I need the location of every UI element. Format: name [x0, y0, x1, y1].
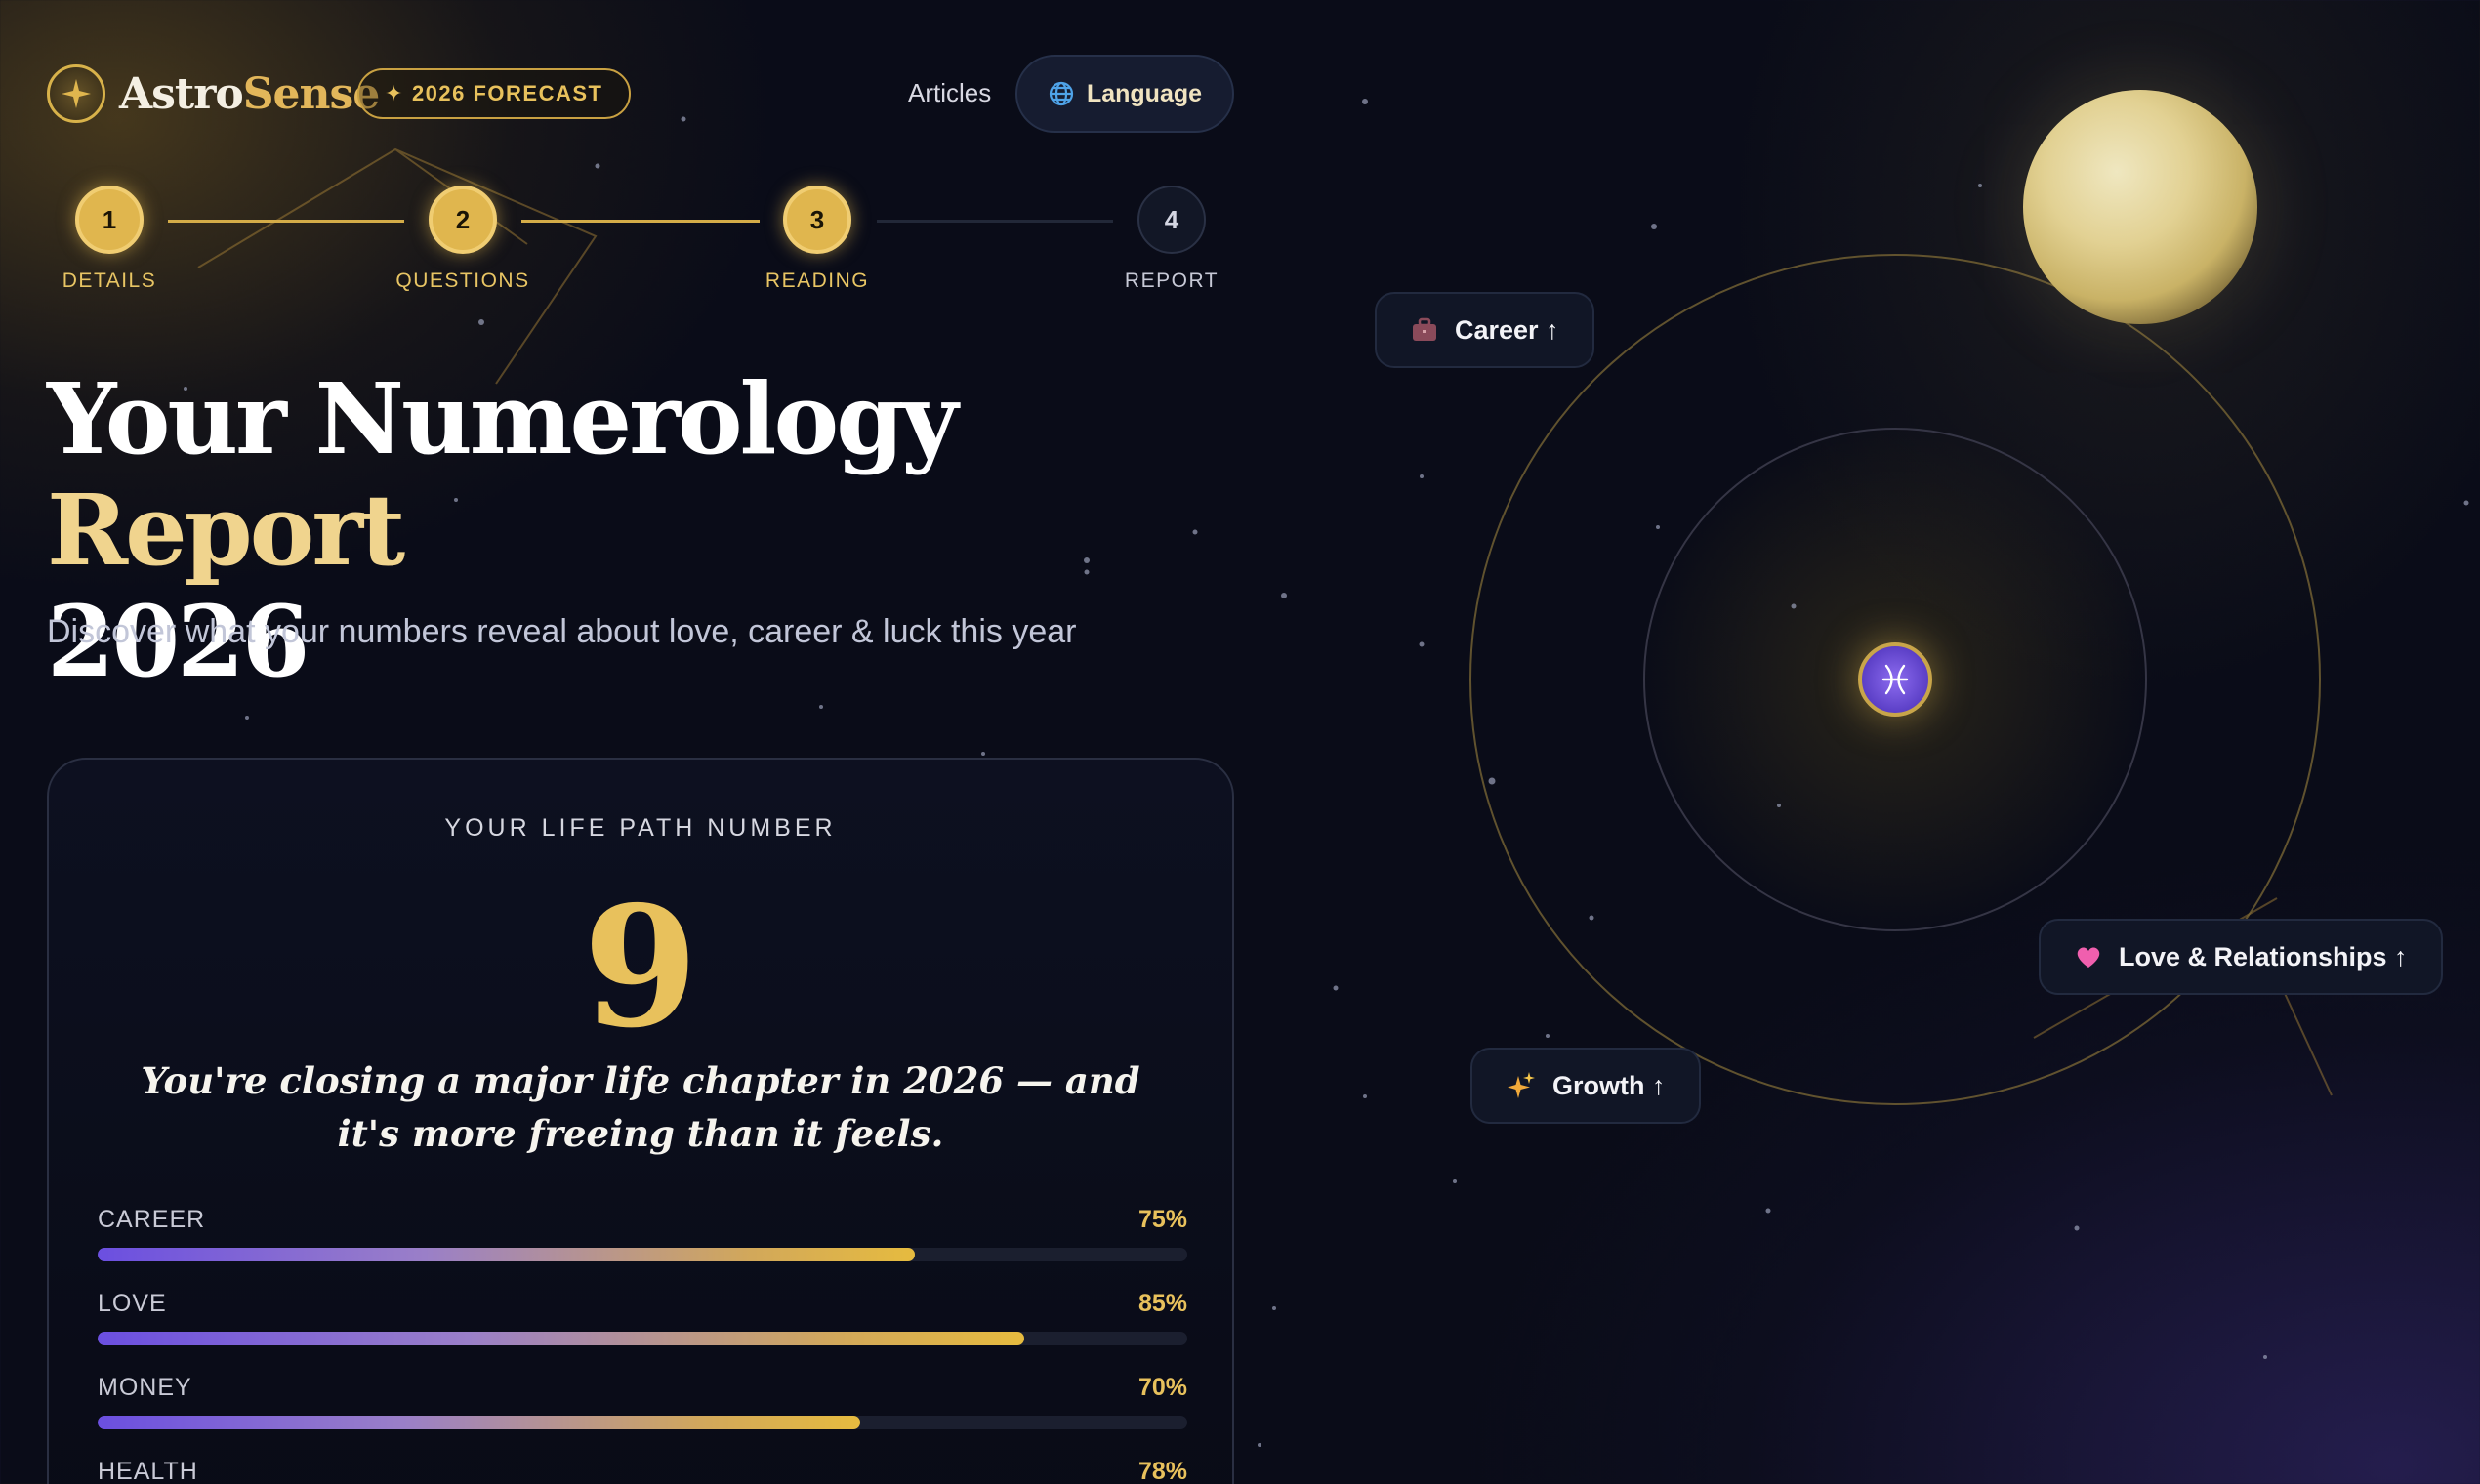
meter-fill [98, 1332, 1024, 1345]
life-path-eyebrow: YOUR LIFE PATH NUMBER [444, 814, 837, 842]
page-subtitle: Discover what your numbers reveal about … [47, 613, 1077, 650]
meter-career: CAREER 75% [98, 1205, 1187, 1261]
growth-tag-label: Growth ↑ [1552, 1070, 1666, 1100]
meter-money: MONEY 70% [98, 1373, 1187, 1429]
step-connector-1 [168, 220, 404, 223]
step-connector-3 [877, 220, 1113, 223]
globe-icon [1049, 81, 1074, 106]
meter-percent: 70% [1137, 1373, 1187, 1401]
career-tag-label: Career ↑ [1455, 314, 1559, 345]
step-label: REPORT [1124, 269, 1219, 292]
meter-track [98, 1332, 1187, 1345]
sparkles-icon [1508, 1072, 1535, 1098]
meter-health: HEALTH 78% [98, 1457, 1187, 1484]
page-title-main: Your Numerology [47, 361, 958, 476]
meter-track [98, 1416, 1187, 1429]
meter-name: CAREER [98, 1205, 206, 1233]
meter-name: LOVE [98, 1289, 167, 1317]
pisces-zodiac-icon [1858, 642, 1932, 717]
star-icon: ✦ [385, 81, 404, 105]
step-number: 1 [75, 186, 144, 254]
briefcase-icon [1413, 317, 1436, 341]
page-title-highlight: Report [47, 473, 405, 588]
meter-name: HEALTH [98, 1457, 198, 1484]
brand-logo[interactable]: AstroSense [47, 64, 380, 123]
step-label: DETAILS [62, 269, 157, 292]
meter-percent: 78% [1137, 1457, 1187, 1484]
brand-name-part1: Astro [119, 68, 244, 119]
step-label: QUESTIONS [395, 269, 530, 292]
moon-illustration [2023, 90, 2257, 324]
language-button-label: Language [1086, 79, 1203, 107]
heart-icon [2077, 947, 2100, 968]
meter-fill [98, 1416, 861, 1429]
step-details[interactable]: 1 DETAILS [62, 186, 155, 292]
meter-percent: 75% [1137, 1205, 1187, 1233]
step-questions[interactable]: 2 QUESTIONS [395, 186, 528, 292]
love-tag[interactable]: Love & Relationships ↑ [2039, 919, 2443, 995]
language-button[interactable]: Language [1015, 55, 1234, 133]
sparkle-logo-icon [47, 64, 105, 123]
step-label: READING [765, 269, 870, 292]
brand-name: AstroSense [119, 68, 380, 119]
career-tag[interactable]: Career ↑ [1375, 292, 1594, 368]
life-path-card: YOUR LIFE PATH NUMBER 9 You're closing a… [47, 758, 1234, 1484]
love-tag-label: Love & Relationships ↑ [2119, 941, 2408, 971]
life-path-tagline: You're closing a major life chapter in 2… [141, 1059, 1140, 1155]
meter-track [98, 1248, 1187, 1261]
step-number: 3 [783, 186, 851, 254]
meter-percent: 85% [1137, 1289, 1187, 1317]
step-reading[interactable]: 3 READING [765, 186, 868, 292]
step-number: 2 [429, 186, 497, 254]
nav-articles-link[interactable]: Articles [908, 78, 991, 108]
step-report[interactable]: 4 REPORT [1125, 186, 1218, 292]
life-path-number: 9 [582, 870, 699, 1065]
forecast-badge[interactable]: ✦ 2026 FORECAST [357, 68, 631, 119]
forecast-badge-label: 2026 FORECAST [411, 81, 603, 105]
growth-tag[interactable]: Growth ↑ [1470, 1048, 1701, 1124]
meter-fill [98, 1248, 915, 1261]
meter-love: LOVE 85% [98, 1289, 1187, 1345]
meter-name: MONEY [98, 1373, 192, 1401]
step-number: 4 [1137, 186, 1206, 254]
step-connector-2 [521, 220, 760, 223]
